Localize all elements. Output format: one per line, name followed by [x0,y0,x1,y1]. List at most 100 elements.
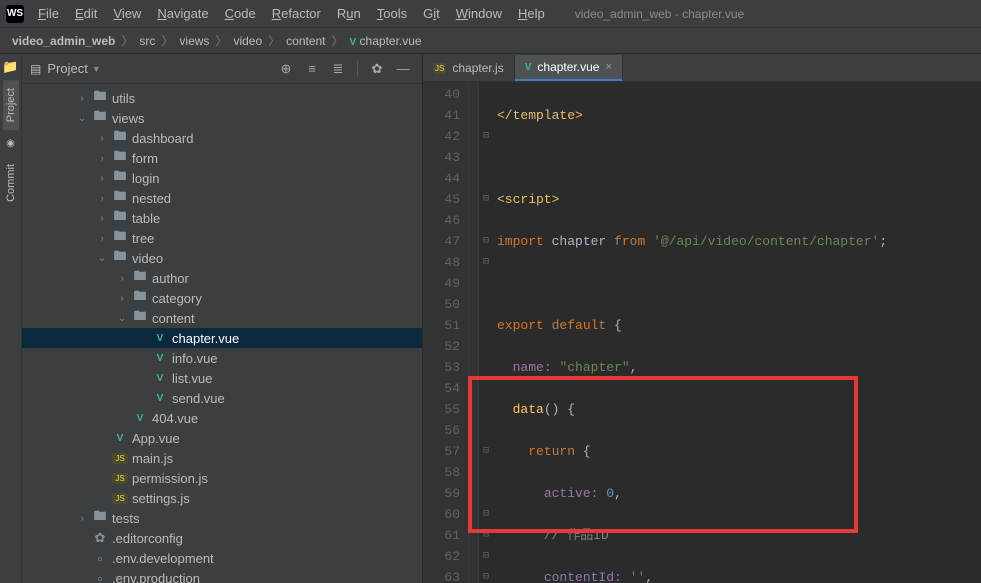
folder-icon: 🖿 [112,147,128,169]
folder-icon: 🖿 [112,247,128,269]
tree-folder-category[interactable]: ›🖿category [22,288,422,308]
tool-tab-project[interactable]: Project [3,80,19,130]
locate-button[interactable]: ⊕ [275,58,297,80]
tree-file-app-vue[interactable]: VApp.vue [22,428,422,448]
chevron-right-icon: 〉 [215,32,227,49]
chevron-right-icon: › [76,93,88,104]
divider [357,61,358,77]
breadcrumb-content[interactable]: content [282,34,329,48]
breadcrumb: video_admin_web 〉 src 〉 views 〉 video 〉 … [0,28,981,54]
chevron-right-icon: 〉 [121,32,133,49]
collapse-all-button[interactable]: ≣ [327,58,349,80]
menu-refactor[interactable]: Refactor [266,4,327,23]
menu-navigate[interactable]: Navigate [151,4,214,23]
breadcrumb-src[interactable]: src [135,34,159,48]
vue-icon: V [132,413,148,424]
tree-folder-dashboard[interactable]: ›🖿dashboard [22,128,422,148]
folder-icon: 🖿 [112,227,128,249]
folder-icon: 🖿 [112,127,128,149]
tree-file-main-js[interactable]: JSmain.js [22,448,422,468]
tree-file-env-dev[interactable]: ▫.env.development [22,548,422,568]
expand-all-button[interactable]: ≡ [301,58,323,80]
code-editor[interactable]: 4041424344454647484950515253545556575859… [423,82,981,583]
line-number-gutter: 4041424344454647484950515253545556575859… [423,82,469,583]
file-icon: ▫ [92,571,108,583]
tree-folder-table[interactable]: ›🖿table [22,208,422,228]
tool-tab-commit[interactable]: Commit [3,156,19,210]
menu-run[interactable]: Run [331,4,367,23]
tab-chapter-vue[interactable]: Vchapter.vue× [515,55,623,81]
vue-icon: V [350,37,357,48]
menu-code[interactable]: Code [219,4,262,23]
breadcrumb-views[interactable]: views [175,34,213,48]
chevron-down-icon: ⌄ [96,253,108,264]
menu-window[interactable]: Window [450,4,508,23]
project-tree[interactable]: ›🖿utils ⌄🖿views ›🖿dashboard ›🖿form ›🖿log… [22,84,422,583]
project-panel-title[interactable]: Project [47,61,87,76]
folder-icon: 🖿 [112,207,128,229]
chevron-right-icon: 〉 [332,32,344,49]
chevron-down-icon: ⌄ [116,313,128,324]
tree-folder-utils[interactable]: ›🖿utils [22,88,422,108]
breadcrumb-file[interactable]: V chapter.vue [346,34,426,48]
tree-folder-tree[interactable]: ›🖿tree [22,228,422,248]
chevron-right-icon: › [96,193,108,204]
tree-file-chapter-vue[interactable]: Vchapter.vue [22,328,422,348]
tree-folder-form[interactable]: ›🖿form [22,148,422,168]
folder-icon: 🖿 [132,307,148,329]
tree-folder-content[interactable]: ⌄🖿content [22,308,422,328]
tree-folder-views[interactable]: ⌄🖿views [22,108,422,128]
menu-tools[interactable]: Tools [371,4,413,23]
chevron-right-icon: › [116,273,128,284]
chevron-right-icon: › [76,513,88,524]
menu-help[interactable]: Help [512,4,551,23]
editor-tabs: JSchapter.js Vchapter.vue× [423,54,981,82]
close-icon[interactable]: × [605,61,611,73]
commit-tab-icon: ◉ [4,136,18,150]
vue-icon: V [525,62,532,73]
chevron-right-icon: › [96,153,108,164]
vue-icon: V [152,333,168,344]
tree-file-editorconfig[interactable]: ✿.editorconfig [22,528,422,548]
tree-folder-video[interactable]: ⌄🖿video [22,248,422,268]
folder-icon: 🖿 [132,267,148,289]
chevron-down-icon: ⌄ [76,113,88,124]
tree-file-404-vue[interactable]: V404.vue [22,408,422,428]
js-icon: JS [112,493,128,504]
menu-file[interactable]: File [32,4,65,23]
code-content[interactable]: </template> <script> import chapter from… [493,82,981,583]
chevron-right-icon: › [116,293,128,304]
menu-edit[interactable]: Edit [69,4,103,23]
js-icon: JS [433,63,446,74]
tree-file-list-vue[interactable]: Vlist.vue [22,368,422,388]
chevron-right-icon: › [96,233,108,244]
tab-chapter-js[interactable]: JSchapter.js [423,55,515,81]
project-tab-icon: 📁 [4,60,18,74]
menu-git[interactable]: Git [417,4,446,23]
tree-folder-nested[interactable]: ›🖿nested [22,188,422,208]
chevron-down-icon[interactable]: ▼ [92,64,101,74]
main-menu: File Edit View Navigate Code Refactor Ru… [32,4,551,23]
breadcrumb-root[interactable]: video_admin_web [8,34,119,48]
tree-folder-author[interactable]: ›🖿author [22,268,422,288]
chevron-right-icon: 〉 [268,32,280,49]
tree-file-info-vue[interactable]: Vinfo.vue [22,348,422,368]
tree-file-permission-js[interactable]: JSpermission.js [22,468,422,488]
settings-button[interactable]: ✿ [366,58,388,80]
menu-view[interactable]: View [107,4,147,23]
hide-button[interactable]: — [392,58,414,80]
fold-gutter: ⊟⊟⊟⊟⊟⊟⊟⊟⊟ [479,82,493,583]
folder-icon: 🖿 [92,507,108,529]
tree-folder-login[interactable]: ›🖿login [22,168,422,188]
tree-file-env-prod[interactable]: ▫.env.production [22,568,422,583]
marker-gutter [469,82,479,583]
tree-file-settings-js[interactable]: JSsettings.js [22,488,422,508]
chevron-right-icon: › [96,173,108,184]
vue-icon: V [152,393,168,404]
chevron-right-icon: 〉 [161,32,173,49]
main-area: 📁 Project ◉ Commit ▤ Project ▼ ⊕ ≡ ≣ ✿ —… [0,54,981,583]
vue-icon: V [112,433,128,444]
tree-file-send-vue[interactable]: Vsend.vue [22,388,422,408]
breadcrumb-video[interactable]: video [229,34,266,48]
tree-folder-tests[interactable]: ›🖿tests [22,508,422,528]
